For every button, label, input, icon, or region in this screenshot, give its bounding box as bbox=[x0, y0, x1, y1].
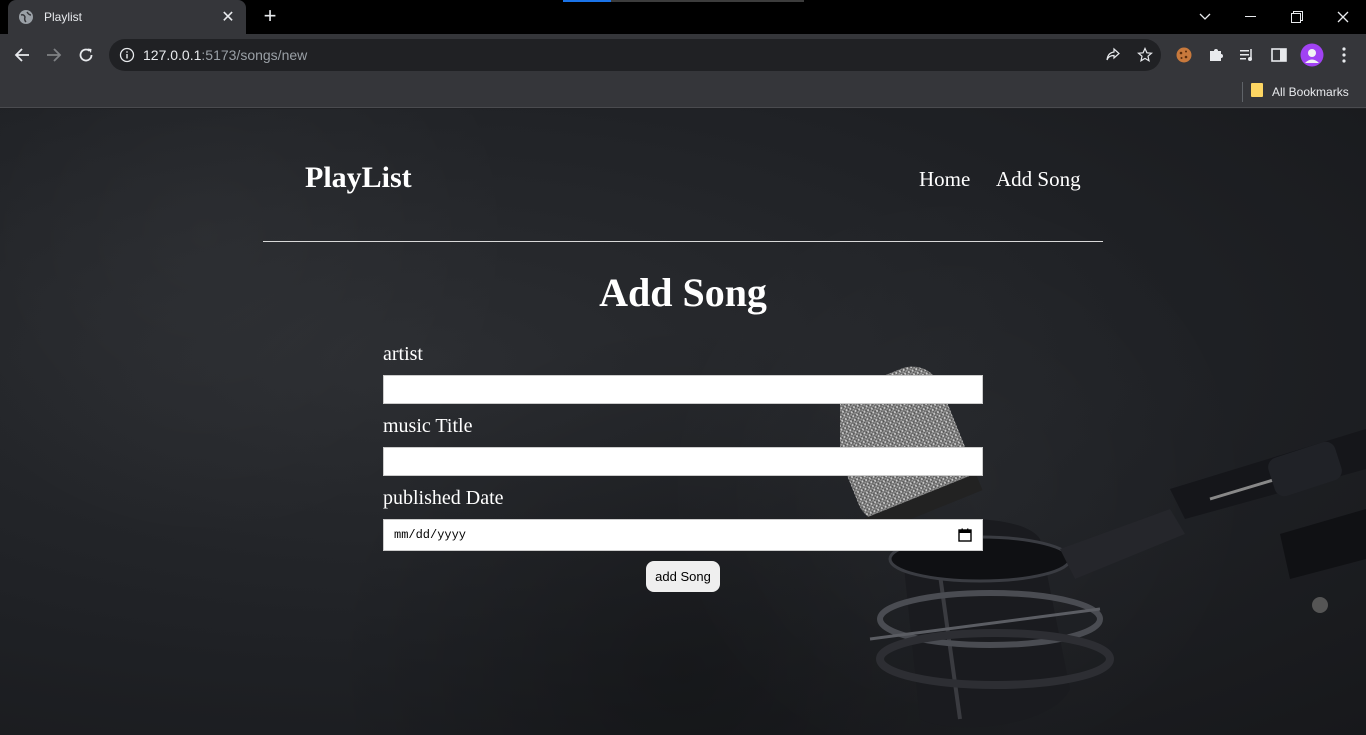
puzzle-icon[interactable] bbox=[1204, 43, 1228, 67]
tab-title: Playlist bbox=[44, 10, 83, 24]
address-bar[interactable]: 127.0.0.1:5173/songs/new bbox=[109, 39, 1161, 71]
artist-input[interactable] bbox=[383, 375, 983, 404]
window-close-button[interactable] bbox=[1320, 0, 1366, 34]
cookie-extension-icon[interactable] bbox=[1172, 43, 1196, 67]
share-icon[interactable] bbox=[1097, 39, 1129, 71]
reload-icon[interactable] bbox=[71, 40, 101, 70]
minimize-button[interactable] bbox=[1228, 0, 1274, 34]
artist-label: artist bbox=[383, 343, 423, 365]
more-menu-icon[interactable] bbox=[1332, 43, 1356, 67]
page-viewport: PlayList Home Add Song Add Song artist m… bbox=[0, 109, 1366, 735]
calendar-icon[interactable] bbox=[958, 528, 972, 542]
accent-bar-track bbox=[611, 0, 804, 2]
music-title-label: music Title bbox=[383, 415, 473, 437]
nav-home-link[interactable]: Home bbox=[919, 167, 970, 192]
browser-tab[interactable]: Playlist ✕ bbox=[8, 0, 246, 34]
published-date-input[interactable]: mm/dd/yyyy bbox=[383, 519, 983, 551]
url-text[interactable]: 127.0.0.1:5173/songs/new bbox=[143, 47, 1097, 63]
close-icon[interactable]: ✕ bbox=[220, 7, 236, 27]
date-placeholder: mm/dd/yyyy bbox=[394, 528, 467, 542]
chevron-down-icon[interactable] bbox=[1182, 0, 1228, 34]
new-tab-button[interactable]: + bbox=[258, 5, 282, 28]
bookmarks-bar: All Bookmarks bbox=[0, 76, 1366, 108]
page-title: Add Song bbox=[599, 270, 767, 315]
folder-icon bbox=[1250, 82, 1264, 103]
brand-logo[interactable]: PlayList bbox=[305, 161, 412, 195]
accent-bar bbox=[563, 0, 611, 2]
info-icon[interactable] bbox=[119, 47, 135, 63]
add-song-button[interactable]: add Song bbox=[646, 561, 720, 592]
media-queue-icon[interactable] bbox=[1235, 43, 1259, 67]
url-path: :5173/songs/new bbox=[201, 47, 308, 63]
published-date-label: published Date bbox=[383, 487, 504, 509]
restore-button[interactable] bbox=[1274, 0, 1320, 34]
browser-toolbar: 127.0.0.1:5173/songs/new bbox=[0, 34, 1366, 76]
profile-avatar[interactable] bbox=[1300, 43, 1324, 67]
bookmarks-divider bbox=[1242, 82, 1243, 102]
tab-strip: Playlist ✕ + bbox=[0, 0, 1366, 34]
nav-add-song-link[interactable]: Add Song bbox=[996, 167, 1081, 192]
side-panel-icon[interactable] bbox=[1267, 43, 1291, 67]
site-header: PlayList Home Add Song bbox=[263, 109, 1103, 242]
all-bookmarks-button[interactable]: All Bookmarks bbox=[1250, 80, 1349, 104]
url-host: 127.0.0.1 bbox=[143, 47, 202, 63]
all-bookmarks-label: All Bookmarks bbox=[1272, 85, 1349, 99]
back-arrow-icon[interactable] bbox=[7, 40, 37, 70]
globe-icon bbox=[18, 9, 34, 25]
forward-arrow-icon[interactable] bbox=[39, 40, 69, 70]
music-title-input[interactable] bbox=[383, 447, 983, 476]
star-icon[interactable] bbox=[1129, 39, 1161, 71]
